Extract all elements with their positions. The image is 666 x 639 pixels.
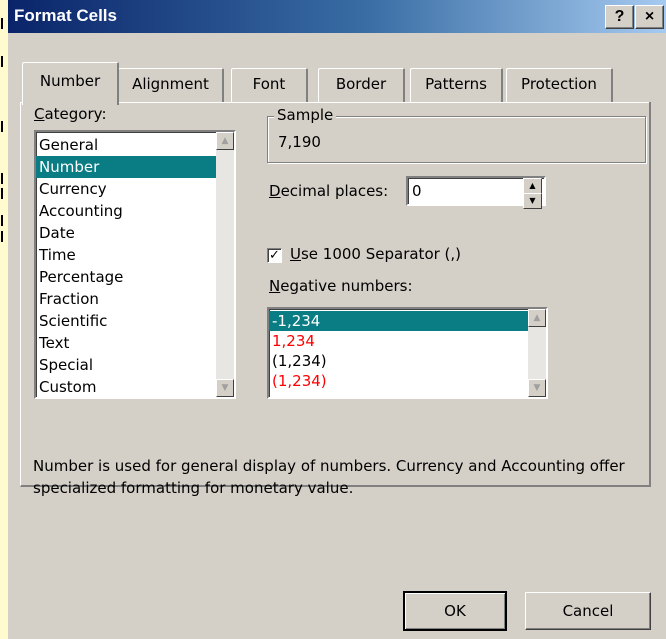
tab-number[interactable]: Number xyxy=(22,62,119,105)
tab-protection[interactable]: Protection xyxy=(506,68,613,102)
category-item-number[interactable]: Number xyxy=(36,156,216,178)
category-list[interactable]: General Number Currency Accounting Date Time P… xyxy=(34,130,236,399)
ok-button[interactable]: OK xyxy=(403,591,507,631)
scroll-down-icon[interactable]: ▼ xyxy=(216,379,234,397)
sample-value: 7,190 xyxy=(278,133,321,151)
scroll-down-icon[interactable]: ▼ xyxy=(528,379,546,397)
checkmark-icon: ✓ xyxy=(269,248,280,263)
category-item-time[interactable]: Time xyxy=(36,244,216,266)
category-item-text[interactable]: Text xyxy=(36,332,216,354)
use-separator-label: Use 1000 Separator (,) xyxy=(290,245,462,263)
sample-title: Sample xyxy=(274,106,337,124)
category-item-general[interactable]: General xyxy=(36,134,216,156)
use-separator-checkbox[interactable]: ✓ xyxy=(267,248,282,263)
negative-format-option[interactable]: -1,234 xyxy=(269,311,528,331)
category-item-fraction[interactable]: Fraction xyxy=(36,288,216,310)
desktop-edge xyxy=(0,0,8,639)
scroll-up-icon[interactable]: ▲ xyxy=(216,132,234,150)
category-item-scientific[interactable]: Scientific xyxy=(36,310,216,332)
scroll-up-icon[interactable]: ▲ xyxy=(528,309,546,327)
negative-format-option[interactable]: (1,234) xyxy=(269,351,528,371)
close-button[interactable]: × xyxy=(635,5,664,29)
category-item-special[interactable]: Special xyxy=(36,354,216,376)
category-item-currency[interactable]: Currency xyxy=(36,178,216,200)
window-title: Format Cells xyxy=(14,6,117,25)
spin-down-icon[interactable]: ▼ xyxy=(523,193,542,209)
spin-up-icon[interactable]: ▲ xyxy=(523,178,542,194)
category-label: Category: xyxy=(34,105,107,123)
sample-group: Sample 7,190 xyxy=(267,106,646,163)
tab-border[interactable]: Border xyxy=(318,68,405,102)
category-item-accounting[interactable]: Accounting xyxy=(36,200,216,222)
negative-format-option[interactable]: (1,234) xyxy=(269,371,528,391)
format-description: Number is used for general display of nu… xyxy=(33,457,625,497)
tab-alignment[interactable]: Alignment xyxy=(118,68,224,102)
category-item-custom[interactable]: Custom xyxy=(36,376,216,398)
decimal-places-label: Decimal places: xyxy=(269,182,389,200)
negative-format-option[interactable]: 1,234 xyxy=(269,331,528,351)
category-scrollbar[interactable]: ▲ ▼ xyxy=(216,132,234,397)
cancel-button[interactable]: Cancel xyxy=(525,592,651,630)
help-button[interactable]: ? xyxy=(605,5,634,29)
negative-numbers-label: Negative numbers: xyxy=(269,277,413,295)
tab-patterns[interactable]: Patterns xyxy=(410,68,503,102)
negative-scrollbar[interactable]: ▲ ▼ xyxy=(528,309,546,397)
category-item-date[interactable]: Date xyxy=(36,222,216,244)
tab-font[interactable]: Font xyxy=(231,68,308,102)
category-item-percentage[interactable]: Percentage xyxy=(36,266,216,288)
negative-numbers-list[interactable]: -1,234 1,234 (1,234) (1,234) ▲ ▼ xyxy=(267,307,548,399)
title-bar: Format Cells ? × xyxy=(8,0,666,33)
